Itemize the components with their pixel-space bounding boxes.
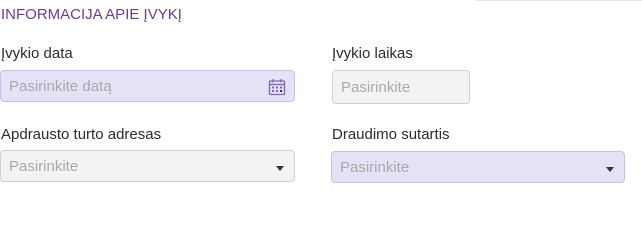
chevron-down-icon (606, 167, 614, 172)
insurance-contract-label: Draudimo sutartis (332, 126, 450, 143)
event-date-label: Įvykio data (1, 45, 73, 62)
event-time-label: Įvykio laikas (332, 45, 413, 62)
event-time-input[interactable]: Pasirinkite (332, 70, 470, 104)
insurance-contract-select[interactable]: Pasirinkite (331, 151, 625, 183)
calendar-icon[interactable] (268, 78, 286, 96)
insurance-contract-placeholder: Pasirinkite (340, 158, 410, 176)
incident-info-section: INFORMACIJA APIE ĮVYKĮ Įvykio data Pasir… (0, 0, 642, 208)
event-time-placeholder: Pasirinkite (341, 78, 411, 96)
section-title: INFORMACIJA APIE ĮVYKĮ (1, 6, 182, 23)
divider (476, 0, 642, 1)
insured-address-select[interactable]: Pasirinkite (0, 150, 295, 182)
event-date-input[interactable]: Pasirinkite datą (0, 70, 295, 102)
chevron-down-icon (276, 166, 284, 171)
event-date-placeholder: Pasirinkite datą (9, 77, 112, 95)
insured-address-label: Apdrausto turto adresas (1, 126, 162, 143)
insured-address-placeholder: Pasirinkite (9, 157, 79, 175)
